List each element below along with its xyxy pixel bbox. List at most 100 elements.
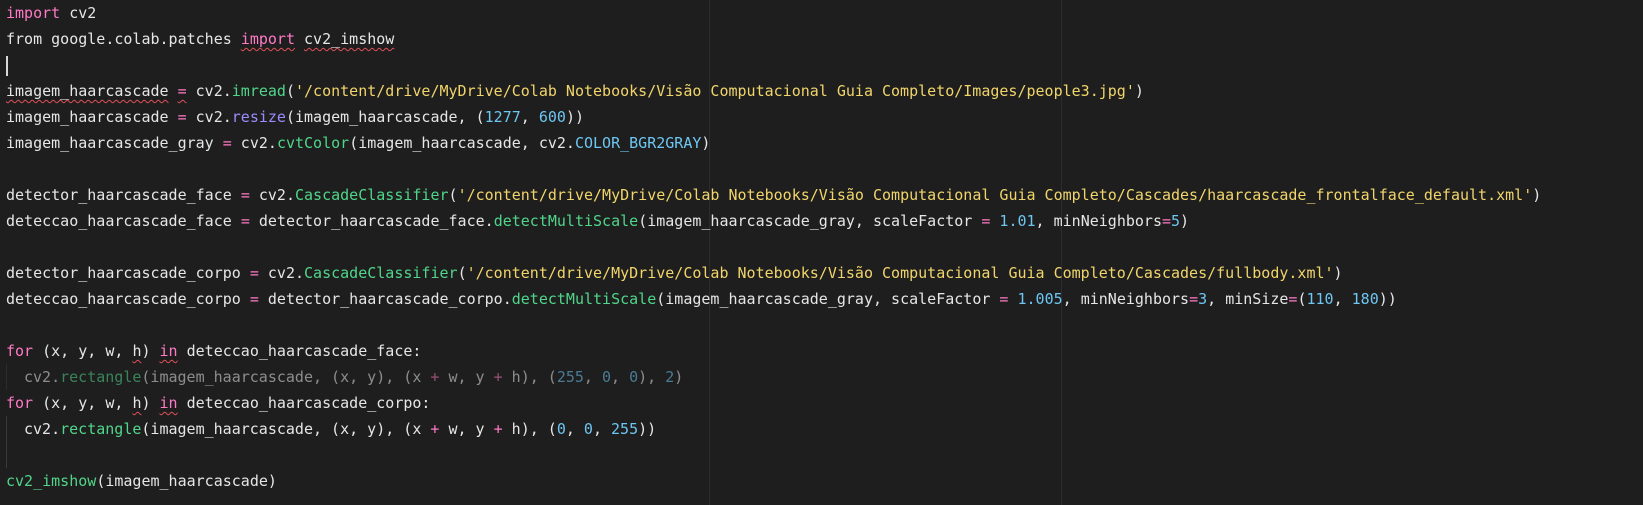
code-token: 1.005	[1017, 290, 1063, 308]
code-token: in	[159, 342, 178, 360]
code-token: ,	[565, 420, 584, 438]
code-token: imread	[231, 82, 286, 100]
code-token: 600	[538, 108, 566, 126]
code-token: =	[240, 186, 250, 204]
code-token: cv2	[60, 4, 97, 22]
code-token: =	[222, 134, 232, 152]
code-token: ,	[1333, 290, 1352, 308]
code-line[interactable]: detector_haarcascade_corpo = cv2.Cascade…	[6, 260, 1643, 286]
code-lines: import cv2 from google.colab.patches impo…	[6, 0, 1643, 494]
code-token: cv2.	[186, 108, 232, 126]
code-token: 255	[556, 368, 584, 386]
code-token: ))	[565, 108, 584, 126]
code-line[interactable]: imagem_haarcascade_gray = cv2.cvtColor(i…	[6, 130, 1643, 156]
code-token: ),	[638, 368, 666, 386]
code-token: +	[493, 368, 503, 386]
code-token: cv2.	[249, 186, 295, 204]
code-line[interactable]: for (x, y, w, h) in deteccao_haarcascade…	[6, 390, 1643, 416]
code-token: 1.01	[999, 212, 1036, 230]
code-token: 0	[629, 368, 639, 386]
code-token: (	[457, 264, 467, 282]
code-line[interactable]	[6, 52, 1643, 78]
code-token: ,	[592, 420, 612, 438]
text-cursor	[6, 55, 8, 76]
code-token: rectangle	[60, 420, 142, 438]
code-token: =	[1189, 290, 1199, 308]
code-token: =	[249, 290, 259, 308]
code-token: )	[1532, 186, 1542, 204]
code-token: cv2.	[24, 420, 61, 438]
code-token: cv2.	[24, 368, 61, 386]
code-token: (imagem_haarcascade_gray, scaleFactor	[638, 212, 982, 230]
code-token: 180	[1351, 290, 1379, 308]
code-token: detectMultiScale	[511, 290, 657, 308]
code-token: 2	[665, 368, 675, 386]
code-token: (imagem_haarcascade, (x, y), (x	[141, 420, 431, 438]
code-token: =	[177, 108, 187, 126]
code-token: ))	[1378, 290, 1397, 308]
code-token: resize	[231, 108, 286, 126]
code-token: detector_haarcascade_face	[6, 186, 241, 204]
code-token: 0	[601, 368, 612, 386]
code-token: 0	[556, 420, 566, 438]
code-token: ,	[583, 368, 602, 386]
code-token: (imagem_haarcascade)	[96, 472, 277, 490]
code-token: h), (	[502, 420, 557, 438]
code-line[interactable]: cv2_imshow(imagem_haarcascade)	[6, 468, 1643, 494]
code-line[interactable]: imagem_haarcascade = cv2.imread('/conten…	[6, 78, 1643, 104]
code-token: )	[141, 394, 160, 412]
code-line[interactable]	[6, 234, 1643, 260]
code-token: +	[493, 420, 503, 438]
code-token: '/content/drive/MyDrive/Colab Notebooks/…	[457, 186, 1533, 204]
code-line[interactable]: detector_haarcascade_face = cv2.CascadeC…	[6, 182, 1643, 208]
code-token: imagem_haarcascade	[6, 82, 169, 100]
code-token: w, y	[439, 368, 494, 386]
code-line[interactable]: deteccao_haarcascade_face = detector_haa…	[6, 208, 1643, 234]
code-token: from google.colab.patches	[6, 30, 241, 48]
code-line[interactable]: cv2.rectangle(imagem_haarcascade, (x, y)…	[6, 364, 1643, 390]
code-token: detector_haarcascade_corpo.	[258, 290, 512, 308]
code-editor[interactable]: import cv2 from google.colab.patches impo…	[0, 0, 1643, 505]
code-token: CascadeClassifier	[304, 264, 458, 282]
code-token: , minNeighbors	[1062, 290, 1190, 308]
code-token: ,	[611, 368, 630, 386]
code-token: (	[285, 82, 295, 100]
code-token: , minSize	[1207, 290, 1289, 308]
code-token: cv2.	[231, 134, 277, 152]
code-line[interactable]: for (x, y, w, h) in deteccao_haarcascade…	[6, 338, 1643, 364]
code-token: =	[1161, 212, 1172, 230]
code-line[interactable]: import cv2	[6, 0, 1643, 26]
code-line[interactable]: deteccao_haarcascade_corpo = detector_ha…	[6, 286, 1643, 312]
code-token: , minNeighbors	[1035, 212, 1162, 230]
code-token: deteccao_haarcascade_face	[6, 212, 241, 230]
code-line[interactable]: imagem_haarcascade = cv2.resize(imagem_h…	[6, 104, 1643, 130]
code-token: rectangle	[60, 368, 142, 386]
code-line[interactable]	[6, 312, 1643, 338]
code-token: '/content/drive/MyDrive/Colab Notebooks/…	[295, 82, 1135, 100]
code-token: cv2.	[186, 82, 232, 100]
code-line[interactable]: from google.colab.patches import cv2_ims…	[6, 26, 1643, 52]
code-token: CascadeClassifier	[295, 186, 449, 204]
code-token: deteccao_haarcascade_corpo:	[177, 394, 431, 412]
code-token: detector_haarcascade_corpo	[6, 264, 250, 282]
code-line[interactable]	[6, 156, 1643, 182]
code-token: 1277	[484, 108, 521, 126]
code-token: )	[701, 134, 711, 152]
code-token: (x, y, w,	[33, 394, 133, 412]
code-token: in	[159, 394, 178, 412]
code-token: h), (	[502, 368, 557, 386]
code-token: cv2_imshow	[304, 30, 395, 48]
code-token: 255	[611, 420, 639, 438]
code-token: imagem_haarcascade_gray	[6, 134, 223, 152]
code-token: =	[240, 212, 250, 230]
code-token: deteccao_haarcascade_corpo	[6, 290, 250, 308]
code-token: =	[249, 264, 259, 282]
code-line[interactable]: cv2.rectangle(imagem_haarcascade, (x, y)…	[6, 416, 1643, 442]
code-token: cv2_imshow	[6, 472, 97, 490]
code-line[interactable]	[6, 442, 1643, 468]
code-token: import	[6, 4, 61, 22]
code-token: (imagem_haarcascade, (x, y), (x	[141, 368, 431, 386]
code-token: ,	[520, 108, 539, 126]
code-token: )	[141, 342, 160, 360]
